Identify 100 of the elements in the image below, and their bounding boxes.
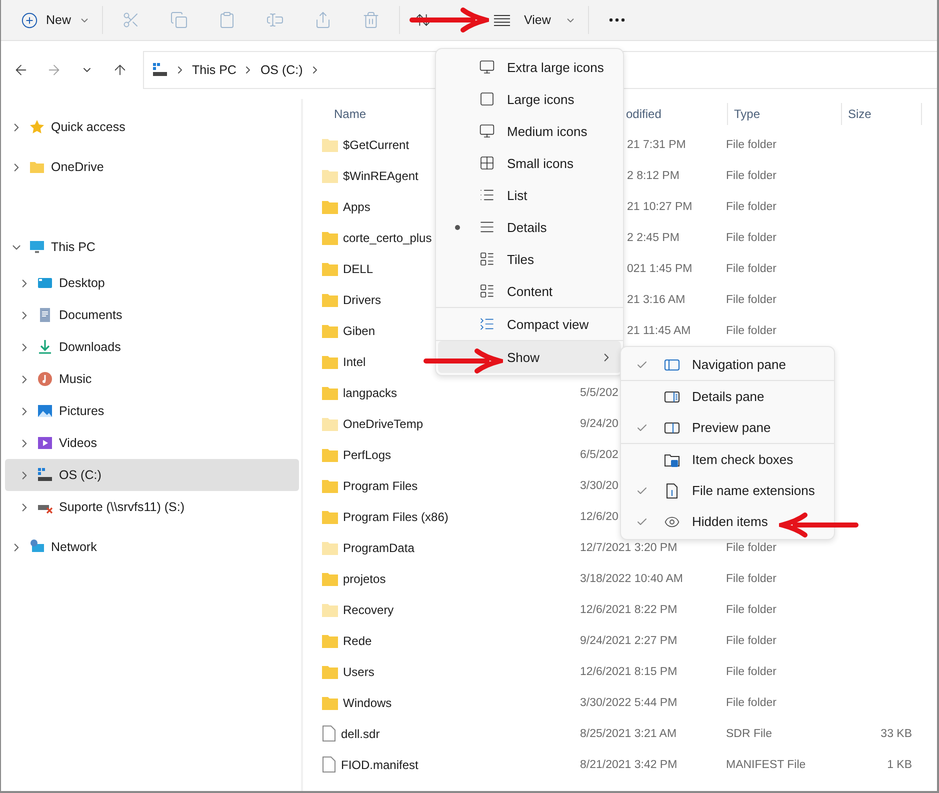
sidebar-item[interactable]: Downloads [5, 331, 299, 363]
plus-icon [21, 12, 38, 28]
drive-icon [37, 467, 53, 483]
sidebar-item[interactable]: Music [5, 363, 299, 395]
square-icon [479, 91, 495, 107]
star-icon [29, 119, 45, 135]
sidebar-item[interactable]: Desktop [5, 267, 299, 299]
view-button[interactable]: View [486, 4, 584, 36]
file-name[interactable]: Drivers [343, 292, 381, 306]
file-name[interactable]: corte_certo_plus [343, 230, 432, 244]
type-cell: File folder [726, 634, 776, 646]
network-icon [29, 539, 45, 555]
sidebar-item[interactable]: OS (C:) [5, 459, 299, 491]
date-cell: 9/24/2021 2:27 PM [580, 634, 678, 646]
date-cell: 21 11:45 AM [627, 324, 691, 336]
column-header[interactable]: Type [728, 103, 842, 125]
grid-icon [479, 155, 495, 171]
menu-item[interactable]: Details pane [623, 381, 832, 412]
menu-item[interactable]: Hidden items [623, 506, 832, 537]
date-cell: 12/7/2021 3:20 PM [580, 542, 678, 554]
clipboard-icon [218, 11, 236, 29]
sidebar-item[interactable]: This PC [5, 227, 299, 267]
monitor-icon [29, 239, 45, 255]
date-cell: 12/6/2021 8:22 PM [580, 604, 678, 616]
date-cell: 5/5/202 [580, 386, 618, 398]
file-name[interactable]: Giben [343, 324, 376, 338]
type-cell: File folder [726, 170, 776, 182]
file-name[interactable]: Program Files (x86) [343, 510, 448, 524]
picture-icon [37, 403, 53, 419]
date-cell: 12/6/2021 8:15 PM [580, 666, 678, 678]
file-name[interactable]: Apps [343, 200, 370, 214]
type-cell: File folder [726, 262, 776, 274]
file-name[interactable]: Windows [343, 696, 392, 710]
menu-item[interactable]: Preview pane [623, 412, 832, 443]
type-cell: File folder [726, 572, 776, 584]
file-name[interactable]: PerfLogs [343, 448, 392, 462]
type-cell: File folder [726, 232, 776, 244]
size-cell: 1 KB [887, 758, 912, 770]
monitor-icon [479, 59, 495, 75]
file-name[interactable]: projetos [343, 572, 386, 586]
lines-icon [494, 14, 510, 26]
pane-icon [664, 388, 680, 404]
tiles-icon [479, 251, 495, 267]
sidebar-item[interactable]: Documents [5, 299, 299, 331]
sidebar-item[interactable]: Videos [5, 427, 299, 459]
menu-item[interactable]: Tiles [438, 243, 621, 275]
column-header[interactable]: Size [842, 103, 922, 125]
date-cell: 21 3:16 AM [627, 294, 686, 306]
menu-item[interactable]: Content [438, 275, 621, 307]
type-cell: File folder [726, 604, 776, 616]
checkbox-folder-icon [664, 452, 680, 468]
video-icon [37, 435, 53, 451]
file-name[interactable]: Rede [343, 634, 372, 648]
new-button[interactable]: New [13, 4, 98, 36]
breadcrumb[interactable]: This PC [192, 63, 236, 77]
date-cell: 021 1:45 PM [627, 262, 692, 274]
sidebar-item[interactable]: Suporte (\\srvfs11) (S:) [5, 491, 299, 523]
file-name[interactable]: langpacks [343, 386, 398, 400]
sidebar-item[interactable]: Network [5, 527, 299, 567]
file-name[interactable]: ProgramData [343, 540, 414, 554]
sidebar-item[interactable]: Pictures [5, 395, 299, 427]
menu-item[interactable]: Small icons [438, 147, 621, 179]
menu-item[interactable]: Show [438, 341, 621, 373]
sidebar-item[interactable]: Quick access [5, 107, 299, 147]
folder-icon [29, 159, 45, 175]
type-cell: File folder [726, 696, 776, 708]
file-name[interactable]: OneDriveTemp [343, 416, 424, 430]
file-name[interactable]: Users [343, 664, 374, 678]
menu-item[interactable]: Compact view [438, 308, 621, 340]
file-name[interactable]: dell.sdr [341, 726, 380, 740]
date-cell: 9/24/20 [580, 418, 618, 430]
list-icon [479, 283, 495, 299]
menu-item[interactable]: Item check boxes [623, 444, 832, 475]
sidebar-item[interactable]: OneDrive [5, 147, 299, 187]
scissors-icon [122, 11, 140, 29]
menu-item[interactable]: Details [438, 211, 621, 243]
music-icon [37, 371, 53, 387]
date-cell: 3/30/2022 5:44 PM [580, 696, 678, 708]
date-cell: 2 8:12 PM [627, 170, 680, 182]
date-cell: 8/21/2021 3:42 PM [580, 758, 678, 770]
drive-icon [152, 62, 168, 78]
file-name[interactable]: Recovery [343, 602, 394, 616]
file-name[interactable]: FIOD.manifest [341, 758, 418, 772]
menu-item[interactable]: List [438, 179, 621, 211]
date-cell: 21 10:27 PM [627, 200, 692, 212]
monitor-icon [479, 123, 495, 139]
file-name[interactable]: $WinREAgent [343, 168, 418, 182]
breadcrumb[interactable]: OS (C:) [260, 63, 303, 77]
menu-item[interactable]: Navigation pane [623, 349, 832, 380]
type-cell: MANIFEST File [726, 758, 806, 770]
type-cell: File folder [726, 138, 776, 150]
date-cell: 3/30/20 [580, 480, 618, 492]
file-name[interactable]: Program Files [343, 478, 418, 492]
menu-item[interactable]: Extra large icons [438, 51, 621, 83]
file-name[interactable]: Intel [343, 354, 366, 368]
menu-item[interactable]: File name extensions [623, 475, 832, 506]
file-icon [664, 482, 680, 498]
file-name[interactable]: $GetCurrent [343, 138, 410, 152]
collapse-icon [479, 316, 495, 332]
file-name[interactable]: DELL [343, 262, 374, 276]
